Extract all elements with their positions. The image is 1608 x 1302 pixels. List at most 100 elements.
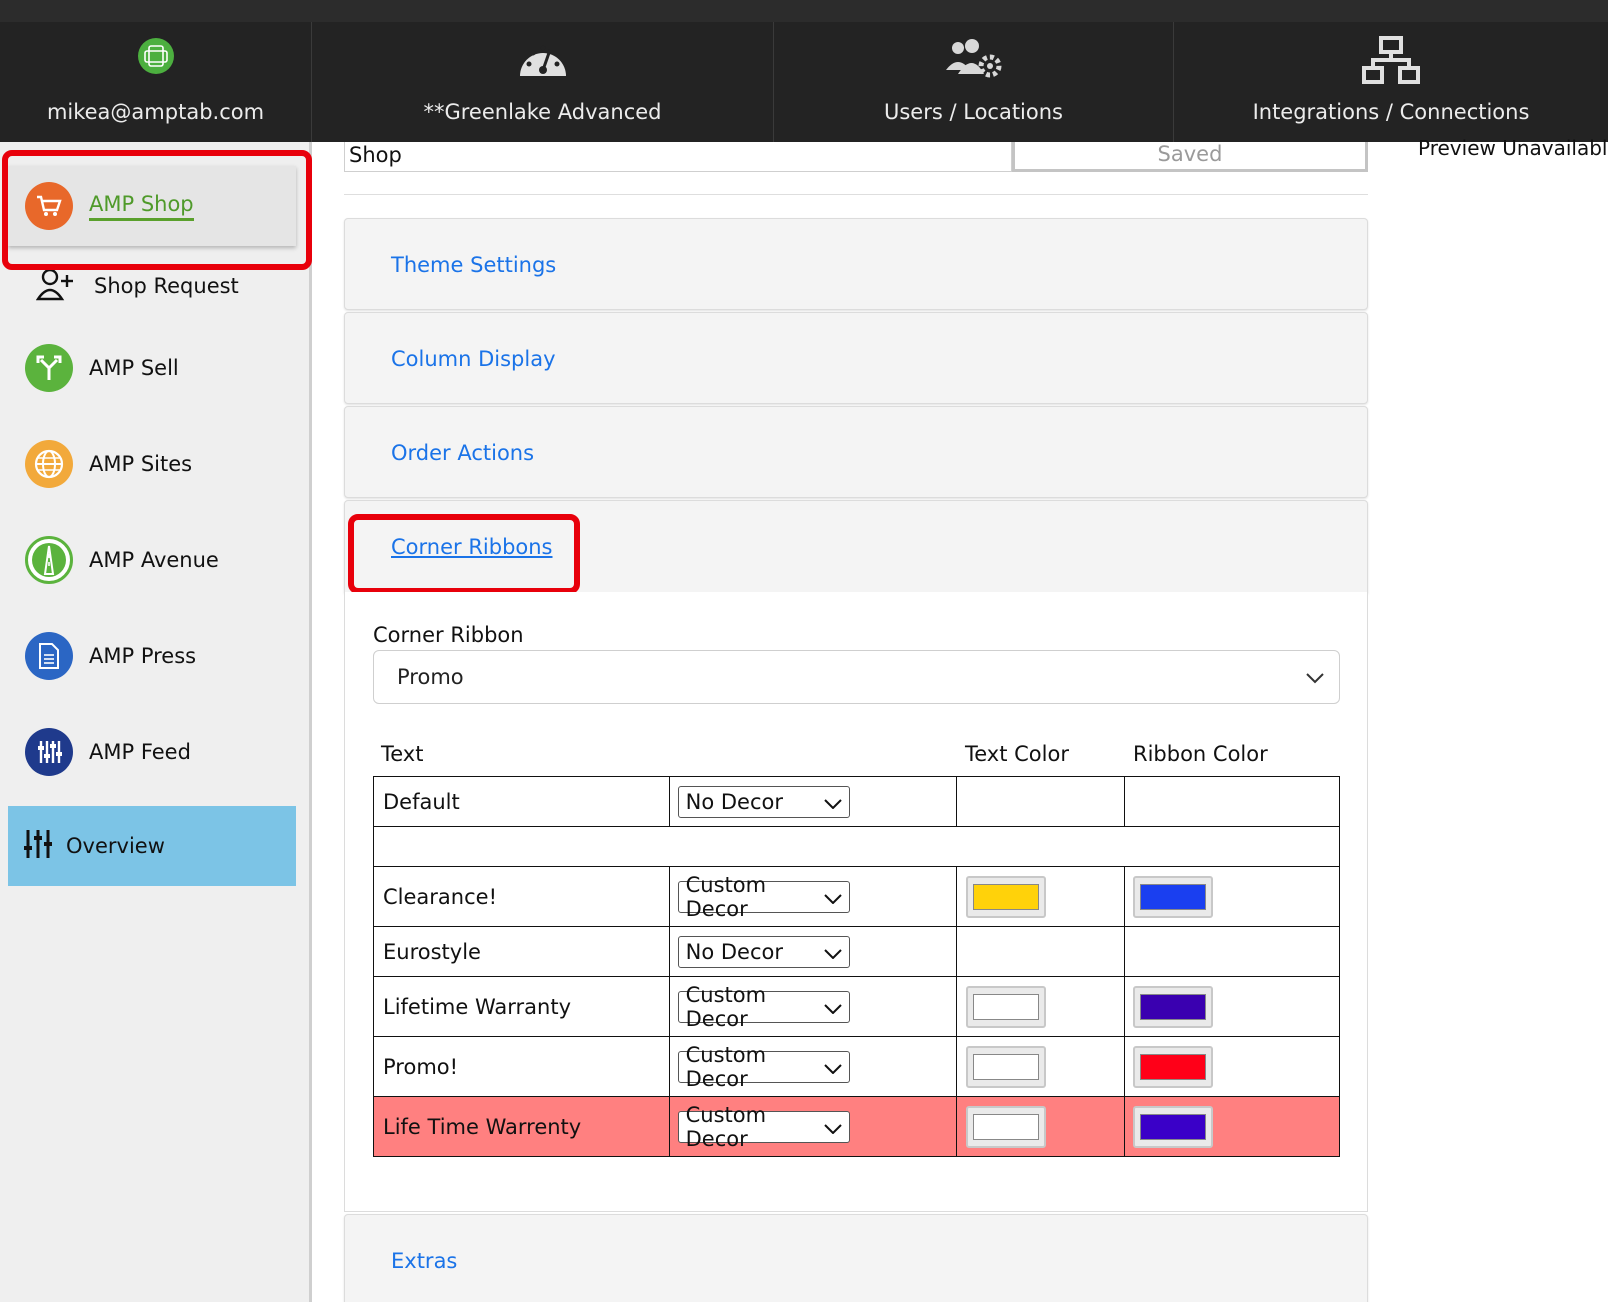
- globe-icon: [25, 440, 73, 488]
- row-text: Clearance!: [373, 866, 670, 927]
- table-row: Default No Decor: [373, 776, 1340, 827]
- table-row: Eurostyle No Decor: [373, 926, 1340, 977]
- color-swatch: [973, 1113, 1040, 1140]
- users-gear-icon: [944, 36, 1004, 85]
- chevron-down-icon: [823, 1115, 842, 1139]
- amp-logo-icon: [136, 36, 176, 81]
- header-ribbon-color: Ribbon Color: [1133, 742, 1268, 766]
- table-row: Promo! Custom Decor: [373, 1036, 1340, 1097]
- decor-value: No Decor: [685, 789, 783, 814]
- panel-theme-settings: Theme Settings: [344, 218, 1368, 310]
- decor-value: Custom Decor: [685, 872, 767, 921]
- sidebar-label-overview: Overview: [66, 834, 165, 858]
- decor-select[interactable]: Custom Decor: [677, 1043, 850, 1091]
- road-icon: [25, 536, 73, 584]
- ribbon-color-picker[interactable]: [1133, 985, 1214, 1028]
- chevron-down-icon: [823, 790, 842, 814]
- decor-value: Custom Decor: [685, 1102, 767, 1151]
- sidebar-label-amp-sites: AMP Sites: [89, 452, 193, 476]
- corner-ribbon-select[interactable]: Promo: [373, 650, 1340, 704]
- preview-unavailable-text: Preview Unavailable: [1418, 136, 1608, 160]
- add-user-icon: [35, 267, 76, 305]
- sidebar-item-amp-press[interactable]: AMP Press: [8, 616, 296, 696]
- sliders-icon: [24, 828, 52, 864]
- panel-corner-ribbons: Corner Ribbons: [344, 500, 1368, 593]
- text-color-picker[interactable]: [966, 1045, 1047, 1088]
- shop-name-row: Shop Saved: [344, 142, 1368, 172]
- color-swatch: [973, 993, 1040, 1020]
- row-text: Eurostyle: [373, 926, 670, 977]
- sidebar-item-overview[interactable]: Overview: [8, 806, 296, 886]
- color-swatch: [1140, 883, 1207, 910]
- sidebar-label-amp-avenue: AMP Avenue: [89, 548, 219, 572]
- decor-select[interactable]: No Decor: [677, 935, 850, 968]
- equalizer-icon: [25, 728, 73, 776]
- chevron-down-icon: [823, 885, 842, 909]
- integrations-label: Integrations / Connections: [1252, 100, 1530, 124]
- table-row: Lifetime Warranty Custom Decor: [373, 976, 1340, 1037]
- corner-ribbons-link[interactable]: Corner Ribbons: [391, 535, 553, 559]
- sidebar-label-shop-request: Shop Request: [94, 274, 239, 298]
- corner-ribbon-label: Corner Ribbon: [373, 623, 524, 647]
- saved-button[interactable]: Saved: [1012, 142, 1368, 172]
- sidebar-item-amp-avenue[interactable]: AMP Avenue: [8, 520, 296, 600]
- sidebar-item-amp-feed[interactable]: AMP Feed: [8, 712, 296, 792]
- header-text: Text: [381, 742, 424, 766]
- network-icon: [1362, 36, 1420, 91]
- sidebar-label-amp-press: AMP Press: [89, 644, 197, 668]
- sidebar-label-amp-shop: AMP Shop: [89, 192, 194, 221]
- shopping-cart-icon: [25, 182, 73, 230]
- column-display-link[interactable]: Column Display: [391, 347, 556, 371]
- nav-user-account[interactable]: mikea@amptab.com: [0, 22, 312, 142]
- sidebar-item-amp-sites[interactable]: AMP Sites: [8, 424, 296, 504]
- table-row: Clearance! Custom Decor: [373, 866, 1340, 927]
- text-color-picker[interactable]: [966, 1105, 1047, 1148]
- corner-ribbon-selected-value: Promo: [397, 665, 464, 689]
- chevron-down-icon: [1305, 665, 1325, 689]
- nav-greenlake[interactable]: **Greenlake Advanced: [312, 22, 774, 142]
- sidebar-item-amp-sell[interactable]: AMP Sell: [8, 328, 296, 408]
- theme-settings-link[interactable]: Theme Settings: [391, 253, 556, 277]
- panel-extras: Extras: [344, 1214, 1368, 1302]
- sidebar: AMP Shop Shop Request AMP Sell AMP Sites…: [0, 142, 312, 1302]
- decor-select[interactable]: Custom Decor: [677, 983, 850, 1031]
- decor-select[interactable]: No Decor: [677, 785, 850, 818]
- text-color-picker[interactable]: [966, 985, 1047, 1028]
- ribbon-color-picker[interactable]: [1133, 1105, 1214, 1148]
- ribbon-color-picker[interactable]: [1133, 875, 1214, 918]
- sidebar-label-amp-feed: AMP Feed: [89, 740, 191, 764]
- order-actions-link[interactable]: Order Actions: [391, 441, 534, 465]
- panel-order-actions: Order Actions: [344, 406, 1368, 498]
- row-text: Lifetime Warranty: [373, 976, 670, 1037]
- dashboard-gauge-icon: [516, 36, 570, 87]
- color-swatch: [973, 1053, 1040, 1080]
- table-row-spacer: [373, 826, 1340, 867]
- divider: [344, 194, 1368, 195]
- decor-value: No Decor: [685, 939, 783, 964]
- sidebar-item-amp-shop[interactable]: AMP Shop: [8, 166, 296, 246]
- panel-column-display: Column Display: [344, 312, 1368, 404]
- extras-link[interactable]: Extras: [391, 1249, 457, 1273]
- shop-name-input[interactable]: Shop: [344, 142, 1012, 172]
- split-arrows-icon: [25, 344, 73, 392]
- header-text-color: Text Color: [965, 742, 1069, 766]
- decor-select[interactable]: Custom Decor: [677, 873, 850, 921]
- text-color-picker[interactable]: [966, 875, 1047, 918]
- row-text: Life Time Warrenty: [373, 1096, 670, 1157]
- ribbon-color-picker[interactable]: [1133, 1045, 1214, 1088]
- top-navigation: mikea@amptab.com **Greenlake Advanced Us…: [0, 22, 1608, 142]
- nav-integrations[interactable]: Integrations / Connections: [1174, 22, 1608, 142]
- color-swatch: [1140, 993, 1207, 1020]
- nav-users-locations[interactable]: Users / Locations: [774, 22, 1174, 142]
- users-locations-label: Users / Locations: [884, 100, 1063, 124]
- decor-value: Custom Decor: [685, 982, 767, 1031]
- ribbons-table: Default No Decor Clearance! Custom Decor…: [373, 776, 1340, 1157]
- chevron-down-icon: [823, 995, 842, 1019]
- greenlake-label: **Greenlake Advanced: [423, 100, 662, 124]
- table-row-highlighted: Life Time Warrenty Custom Decor: [373, 1096, 1340, 1157]
- color-swatch: [1140, 1113, 1207, 1140]
- sidebar-item-shop-request[interactable]: Shop Request: [35, 266, 239, 306]
- chevron-down-icon: [823, 940, 842, 964]
- color-swatch: [973, 883, 1040, 910]
- decor-select[interactable]: Custom Decor: [677, 1103, 850, 1151]
